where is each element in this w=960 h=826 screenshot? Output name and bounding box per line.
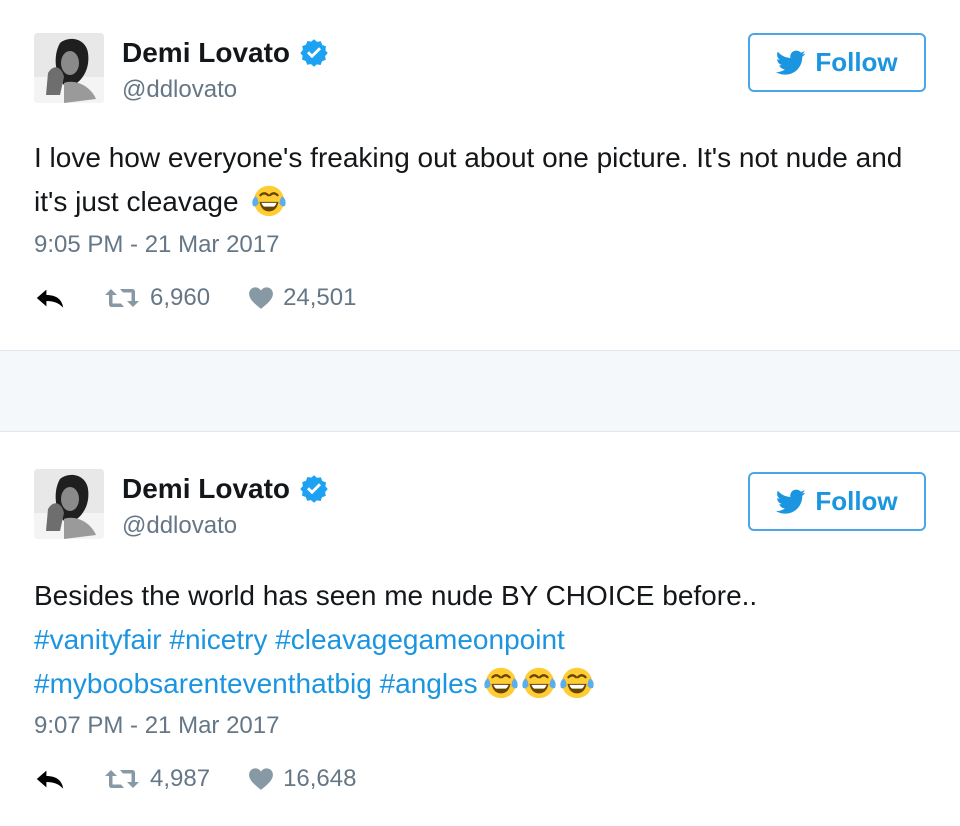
tweet-separator	[0, 351, 960, 431]
retweet-action[interactable]: 6,960	[104, 284, 210, 312]
hashtag-link[interactable]: #vanityfair	[34, 624, 162, 655]
author-name-row: Demi Lovato	[122, 36, 329, 70]
like-action[interactable]: 24,501	[248, 284, 356, 312]
retweet-count: 6,960	[150, 284, 211, 311]
reply-icon[interactable]	[34, 286, 66, 310]
tweet-timestamp[interactable]: 9:05 PM - 21 Mar 2017	[34, 231, 279, 259]
face-with-tears-of-joy-icon	[482, 663, 520, 701]
author-name-row: Demi Lovato	[122, 472, 329, 506]
retweet-action[interactable]: 4,987	[104, 765, 210, 793]
author-handle[interactable]: @ddlovato	[122, 512, 237, 540]
hashtag-link[interactable]: #angles	[380, 668, 478, 699]
twitter-bird-icon	[776, 489, 806, 515]
avatar[interactable]	[34, 33, 104, 103]
hashtag-link[interactable]: #cleavagegameonpoint	[275, 624, 565, 655]
retweet-count: 4,987	[150, 765, 211, 792]
hashtag-link[interactable]: #myboobsarenteventhatbig	[34, 668, 372, 699]
tweet-timestamp[interactable]: 9:07 PM - 21 Mar 2017	[34, 712, 279, 740]
verified-badge-icon	[299, 38, 329, 68]
retweet-icon	[104, 286, 140, 310]
follow-button-label: Follow	[815, 486, 898, 516]
reply-icon[interactable]	[34, 767, 66, 791]
face-with-tears-of-joy-icon	[558, 663, 596, 701]
follow-button-label: Follow	[815, 47, 898, 77]
like-count: 16,648	[283, 765, 357, 792]
tweet-actions: 4,987 16,648	[34, 765, 394, 793]
follow-button[interactable]: Follow	[748, 33, 926, 92]
author-display-name[interactable]: Demi Lovato	[122, 472, 290, 506]
heart-icon	[248, 767, 274, 791]
tweet-actions: 6,960 24,501	[34, 284, 394, 312]
author-handle[interactable]: @ddlovato	[122, 76, 237, 104]
tweet-embed-2: Demi Lovato @ddlovato Follow Besides the…	[0, 431, 960, 826]
like-count: 24,501	[283, 284, 357, 311]
twitter-bird-icon	[776, 50, 806, 76]
tweet-text: I love how everyone's freaking out about…	[34, 136, 914, 224]
retweet-icon	[104, 767, 140, 791]
like-action[interactable]: 16,648	[248, 765, 356, 793]
heart-icon	[248, 286, 274, 310]
tweet-text-content: Besides the world has seen me nude BY CH…	[34, 580, 758, 611]
avatar[interactable]	[34, 469, 104, 539]
tweet-embed-1: Demi Lovato @ddlovato Follow I love how …	[0, 0, 960, 351]
follow-button[interactable]: Follow	[748, 472, 926, 531]
tweet-text-content: I love how everyone's freaking out about…	[34, 142, 903, 217]
hashtag-link[interactable]: #nicetry	[169, 624, 267, 655]
verified-badge-icon	[299, 474, 329, 504]
author-display-name[interactable]: Demi Lovato	[122, 36, 290, 70]
tweet-text: Besides the world has seen me nude BY CH…	[34, 574, 914, 706]
face-with-tears-of-joy-icon	[520, 663, 558, 701]
face-with-tears-of-joy-icon	[250, 181, 288, 219]
